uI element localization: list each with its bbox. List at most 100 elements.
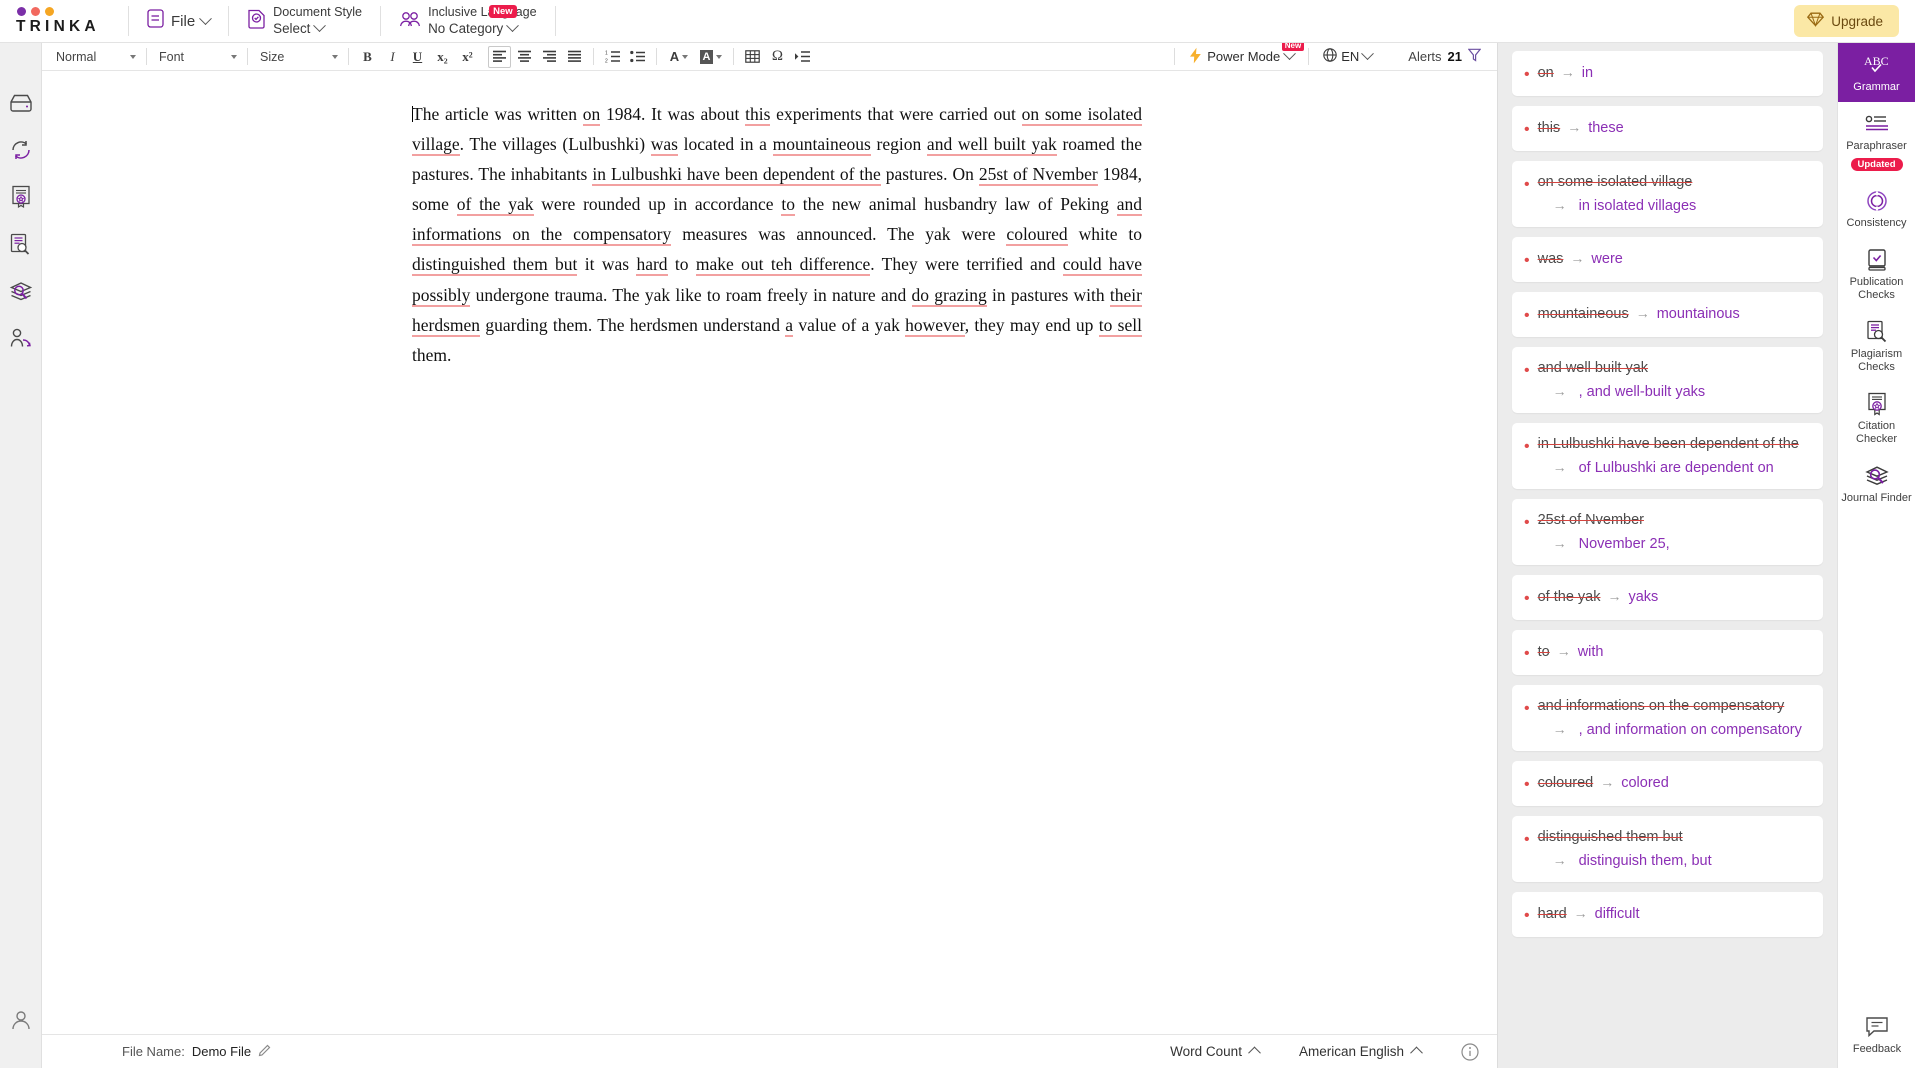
suggestion-card[interactable]: •mountaineous→mountainous [1512,292,1823,337]
grammar-underlined-text[interactable]: however [905,315,965,337]
divider [555,6,556,36]
grammar-underlined-text[interactable]: and well built yak [927,134,1057,156]
suggestion-replacement[interactable]: these [1588,120,1623,136]
language-selector[interactable]: EN [1315,48,1380,65]
grammar-underlined-text[interactable]: to [781,194,795,216]
grammar-underlined-text[interactable]: distinguished them but [412,254,577,276]
journal-finder-icon[interactable] [6,276,36,306]
tool-citation-checker[interactable]: Citation Checker [1838,382,1915,454]
grammar-underlined-text[interactable]: in Lulbushki have been dependent of the [592,164,880,186]
share-user-icon[interactable] [6,323,36,353]
special-character-button[interactable]: Ω [766,46,789,68]
grammar-underlined-text[interactable]: a [785,315,793,337]
grammar-underlined-text[interactable]: on [583,104,601,126]
info-button[interactable] [1461,1043,1479,1061]
grammar-underlined-text[interactable]: do grazing [912,285,987,307]
paragraph-style-select[interactable]: Normal [50,47,140,67]
suggestion-replacement[interactable]: in isolated villages [1579,198,1697,214]
inclusive-language-menu[interactable]: Inclusive Language No Category New [381,0,555,43]
text-color-button[interactable]: A [664,46,694,68]
tool-publication-checks[interactable]: Publication Checks [1838,238,1915,310]
suggestion-replacement[interactable]: were [1591,251,1622,267]
suggestion-card[interactable]: •of the yak→yaks [1512,575,1823,620]
suggestion-card[interactable]: •on some isolated village→in isolated vi… [1512,161,1823,227]
suggestion-card[interactable]: •25st of Nvember→November 25, [1512,499,1823,565]
grammar-underlined-text[interactable]: to sell [1099,315,1142,337]
tool-plagiarism-checks-label: Plagiarism Checks [1840,348,1914,374]
upgrade-button[interactable]: Upgrade [1794,5,1899,37]
suggestion-replacement[interactable]: mountainous [1657,306,1740,322]
tool-grammar[interactable]: ABC Grammar [1838,43,1915,102]
highlight-color-button[interactable]: A [696,46,726,68]
grammar-underlined-text[interactable]: coloured [1006,224,1067,246]
document-paragraph[interactable]: The article was written on 1984. It was … [412,99,1142,370]
tool-journal-finder[interactable]: Journal Finder [1838,454,1915,513]
grammar-underlined-text[interactable]: this [745,104,770,126]
tool-consistency[interactable]: Consistency [1838,179,1915,238]
grammar-underlined-text[interactable]: was [651,134,678,156]
suggestion-replacement[interactable]: November 25, [1579,536,1670,552]
document-style-menu[interactable]: Document Style Select [229,0,380,43]
suggestion-card[interactable]: •distinguished them but→distinguish them… [1512,816,1823,882]
suggestion-card[interactable]: •this→these [1512,106,1823,151]
suggestion-replacement[interactable]: with [1578,644,1604,660]
grammar-underlined-text[interactable]: hard [636,254,667,276]
suggestion-replacement[interactable]: difficult [1595,906,1640,922]
word-count-toggle[interactable]: Word Count [1170,1044,1259,1059]
power-mode-toggle[interactable]: Power Mode New [1181,47,1302,67]
suggestion-replacement[interactable]: distinguish them, but [1579,853,1712,869]
plagiarism-icon[interactable] [6,229,36,259]
suggestions-panel[interactable]: •on→in •this→these •on some isolated villa… [1497,43,1837,1068]
editor-area[interactable]: The article was written on 1984. It was … [42,71,1497,1034]
suggestion-replacement[interactable]: colored [1621,775,1669,791]
grammar-underlined-text[interactable]: of the yak [457,194,534,216]
file-menu[interactable]: File [129,0,228,43]
superscript-button[interactable]: x² [456,46,479,68]
consistency-icon [1864,188,1890,214]
align-justify-button[interactable] [563,46,586,68]
bold-button[interactable]: B [356,46,379,68]
font-family-select[interactable]: Font [153,47,241,67]
indent-button[interactable] [791,46,814,68]
storage-icon[interactable] [6,88,36,118]
subscript-button[interactable]: x₂ [431,46,454,68]
suggestion-card[interactable]: •and informations on the compensatory→, … [1512,685,1823,751]
feedback-button[interactable]: Feedback [1838,1014,1915,1056]
suggestion-card[interactable]: •in Lulbushki have been dependent of the… [1512,423,1823,489]
suggestion-card[interactable]: •hard→difficult [1512,892,1823,937]
numbered-list-button[interactable]: 12 [601,46,624,68]
grammar-underlined-text[interactable]: 25st of Nvember [979,164,1098,186]
underline-button[interactable]: U [406,46,429,68]
align-center-button[interactable] [513,46,536,68]
suggestion-replacement[interactable]: of Lulbushki are dependent on [1579,460,1774,476]
suggestion-card[interactable]: •on→in [1512,51,1823,96]
document-canvas[interactable]: The article was written on 1984. It was … [42,71,1142,370]
bulleted-list-button[interactable] [626,46,649,68]
suggestion-card[interactable]: •to→with [1512,630,1823,675]
grammar-underlined-text[interactable]: mountaineous [773,134,871,156]
citation-icon[interactable] [6,182,36,212]
italic-button[interactable]: I [381,46,404,68]
align-right-button[interactable] [538,46,561,68]
file-name-area[interactable]: File Name: Demo File [122,1043,272,1060]
insert-table-button[interactable] [741,46,764,68]
chevron-down-icon [332,55,338,59]
alerts-filter[interactable]: Alerts 21 [1380,48,1491,65]
suggestion-replacement[interactable]: in [1582,65,1593,81]
edit-pencil-icon[interactable] [258,1043,272,1060]
consistency-icon[interactable] [6,135,36,165]
suggestion-replacement[interactable]: yaks [1628,589,1658,605]
suggestion-replacement[interactable]: , and well-built yaks [1579,384,1706,400]
tool-publication-checks-label: Publication Checks [1840,276,1914,302]
font-size-select[interactable]: Size [254,47,342,67]
suggestion-replacement[interactable]: , and information on compensatory [1579,722,1802,738]
tool-paraphraser[interactable]: Paraphraser Updated [1838,102,1915,179]
account-icon[interactable] [6,1005,36,1035]
align-left-button[interactable] [488,46,511,68]
suggestion-card[interactable]: •and well built yak→, and well-built yak… [1512,347,1823,413]
suggestion-card[interactable]: •coloured→colored [1512,761,1823,806]
tool-plagiarism-checks[interactable]: Plagiarism Checks [1838,310,1915,382]
suggestion-card[interactable]: •was→were [1512,237,1823,282]
grammar-underlined-text[interactable]: make out teh difference [696,254,870,276]
language-variant-toggle[interactable]: American English [1299,1044,1421,1059]
